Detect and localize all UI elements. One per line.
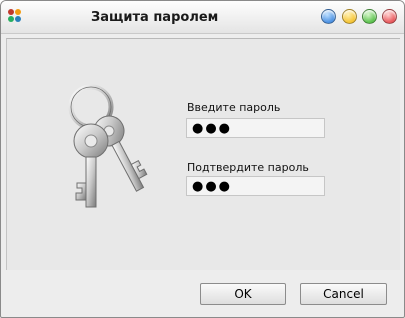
app-icon[interactable] [8,9,22,23]
confirm-password-field[interactable] [186,176,325,196]
close-icon[interactable] [382,9,397,24]
keys-icon [68,84,148,208]
password-dialog: Защита паролем Введите пароль Подтверд [0,0,405,318]
password-field[interactable] [186,118,325,138]
confirm-password-label: Подтвердите пароль [187,161,309,174]
minimize-icon[interactable] [321,9,336,24]
cancel-button[interactable]: Cancel [300,283,387,305]
password-label: Введите пароль [187,101,281,114]
ok-button[interactable]: OK [200,283,286,305]
window-title: Защита паролем [91,10,219,25]
collapse-icon[interactable] [342,9,357,24]
maximize-icon[interactable] [362,9,377,24]
title-bar[interactable]: Защита паролем [1,1,404,34]
